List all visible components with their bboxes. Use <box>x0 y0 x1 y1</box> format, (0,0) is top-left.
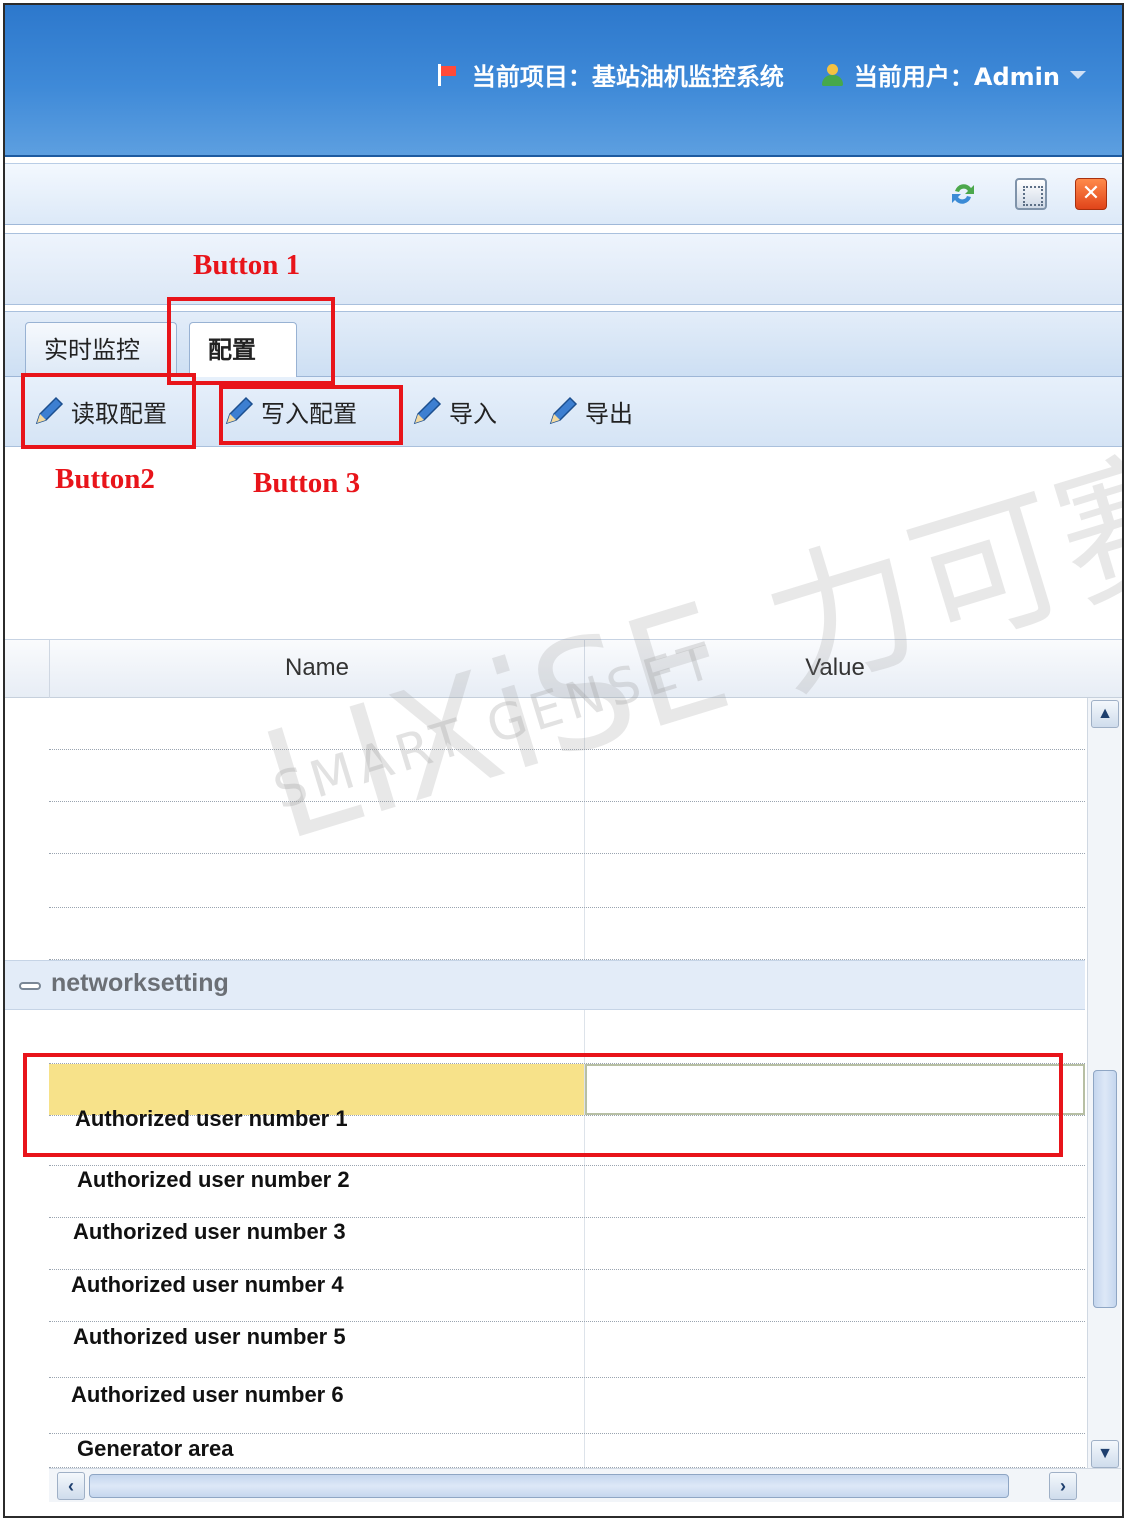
action-bar: 读取配置 写入配置 导入 导出 <box>5 377 1122 447</box>
pencil-icon <box>35 396 64 425</box>
table-row[interactable] <box>49 1010 1085 1064</box>
selected-value-input[interactable] <box>585 1064 1085 1115</box>
import-button[interactable]: 导入 <box>409 393 497 429</box>
import-label: 导入 <box>449 399 497 428</box>
table-row[interactable] <box>49 908 1085 960</box>
refresh-icon[interactable] <box>947 178 979 210</box>
column-header-value[interactable]: Value <box>585 640 1085 698</box>
table-row[interactable] <box>49 854 1085 908</box>
flag-icon <box>436 63 458 86</box>
group-label: networksetting <box>51 969 229 997</box>
scroll-thumb[interactable] <box>1093 1070 1117 1308</box>
scroll-down-icon[interactable]: ▼ <box>1091 1440 1119 1468</box>
annotation-button-2: Button2 <box>55 463 155 495</box>
tab-configuration[interactable]: 配置 <box>189 322 297 379</box>
annotation-button-1: Button 1 <box>193 249 301 281</box>
fullscreen-icon[interactable] <box>1015 178 1047 210</box>
horizontal-scroll-thumb[interactable] <box>89 1474 1009 1498</box>
grid-header: Name Value <box>5 640 1122 698</box>
write-config-label: 写入配置 <box>261 399 357 428</box>
pencil-icon <box>225 396 254 425</box>
current-project-label: 当前项目：基站油机监控系统 <box>471 63 784 91</box>
write-config-button[interactable]: 写入配置 <box>221 393 357 429</box>
top-header: 当前项目：基站油机监控系统 当前用户：Admin <box>5 5 1122 157</box>
scroll-up-icon[interactable]: ▲ <box>1091 700 1119 728</box>
collapse-icon[interactable] <box>19 982 41 990</box>
pencil-icon <box>549 396 578 425</box>
row-label: Authorized user number 6 <box>71 1382 344 1407</box>
read-config-button[interactable]: 读取配置 <box>31 393 167 429</box>
current-user-label[interactable]: 当前用户：Admin <box>854 57 1060 92</box>
row-label: Authorized user number 1 <box>75 1106 348 1131</box>
caret-down-icon[interactable] <box>1070 70 1086 79</box>
user-icon <box>820 63 844 87</box>
table-row[interactable] <box>49 750 1085 802</box>
row-label: Generator area <box>77 1436 234 1461</box>
property-grid: Name Value networksetting Authorized use… <box>5 639 1122 1507</box>
row-label: Authorized user number 4 <box>71 1272 344 1297</box>
row-label: Authorized user number 3 <box>73 1219 346 1244</box>
pencil-icon <box>413 396 442 425</box>
export-button[interactable]: 导出 <box>545 393 633 429</box>
column-header-name[interactable]: Name <box>49 640 585 698</box>
window-toolbar: ✕ <box>5 163 1122 225</box>
tab-realtime-monitoring[interactable]: 实时监控 <box>25 322 177 378</box>
table-row[interactable] <box>49 802 1085 854</box>
row-label: Authorized user number 2 <box>77 1167 350 1192</box>
scroll-left-icon[interactable]: ‹ <box>57 1472 85 1500</box>
close-icon[interactable]: ✕ <box>1075 178 1107 210</box>
export-label: 导出 <box>585 399 633 428</box>
header-info: 当前项目：基站油机监控系统 当前用户：Admin <box>436 57 1086 92</box>
table-row[interactable] <box>49 698 1085 750</box>
group-networksetting[interactable]: networksetting <box>5 960 1085 1010</box>
panel-header <box>5 233 1122 305</box>
scroll-right-icon[interactable]: › <box>1049 1472 1077 1500</box>
row-label: Authorized user number 5 <box>73 1324 346 1349</box>
app-window: 当前项目：基站油机监控系统 当前用户：Admin ✕ 实时监控 配置 读取配置 … <box>3 3 1124 1518</box>
horizontal-scrollbar[interactable]: ‹ › <box>49 1468 1121 1502</box>
annotation-button-3: Button 3 <box>253 467 361 499</box>
vertical-scrollbar[interactable]: ▲ ▼ <box>1087 698 1121 1478</box>
read-config-label: 读取配置 <box>71 399 167 428</box>
tab-strip: 实时监控 配置 <box>5 311 1122 379</box>
